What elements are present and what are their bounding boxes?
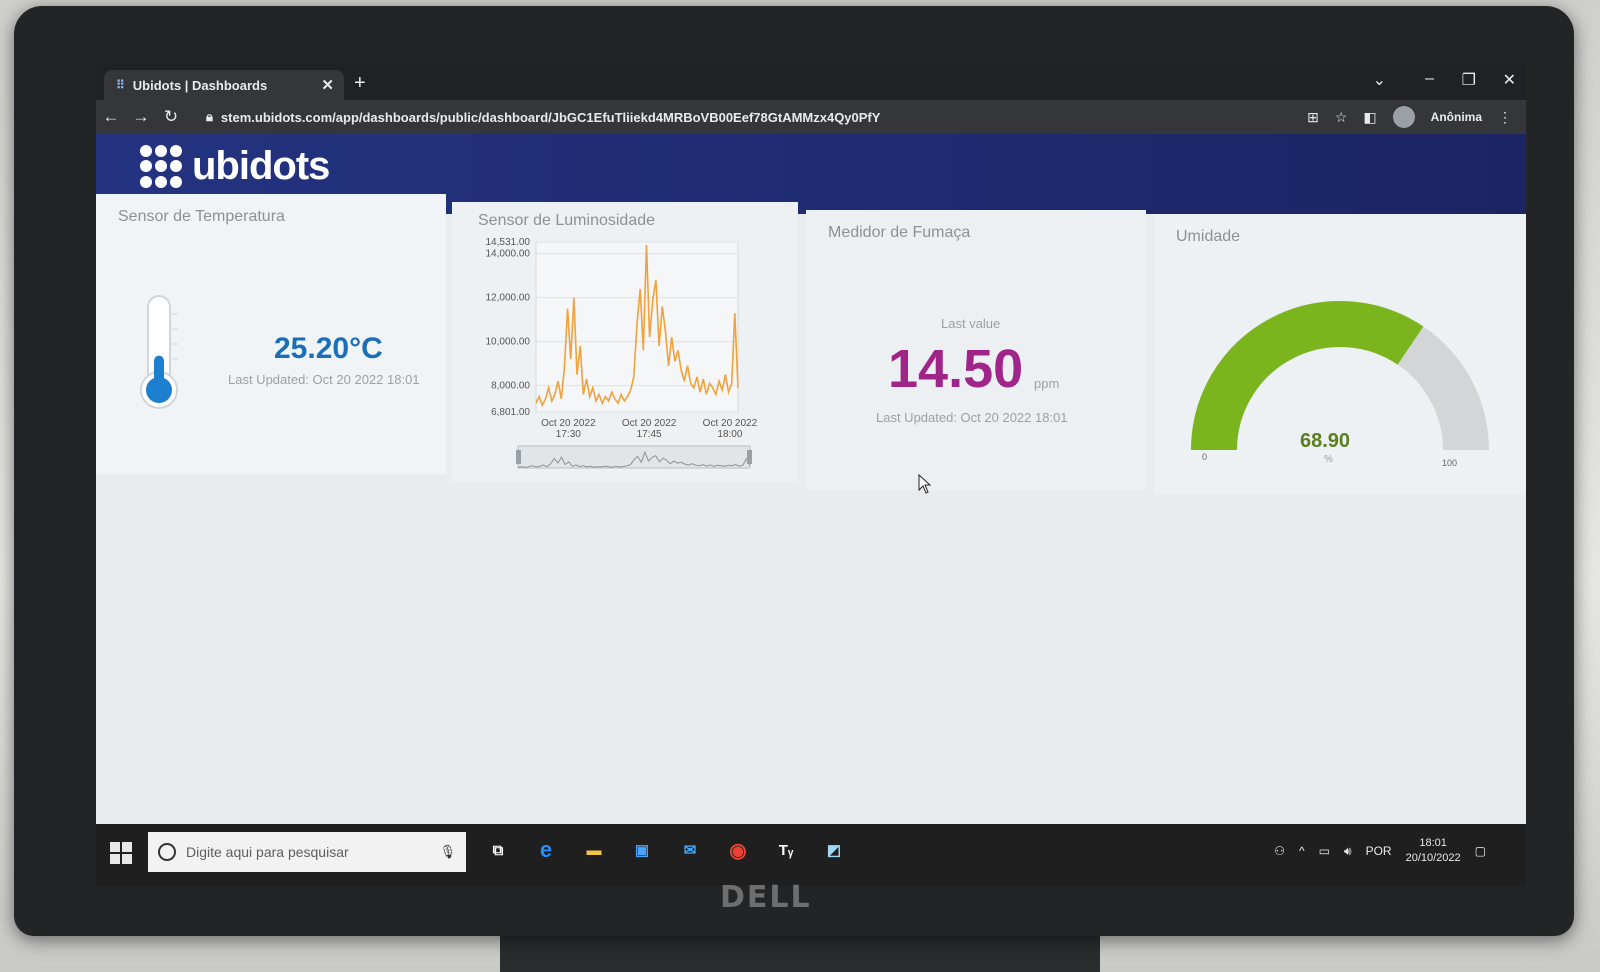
microphone-icon[interactable]: 🎙︎ — [439, 844, 456, 860]
x-tick-label: 17:30 — [556, 429, 581, 440]
lock-icon: 🔒︎ — [206, 109, 213, 124]
task-view-icon[interactable]: ⧉ — [486, 838, 510, 862]
browser-tab[interactable]: ⠿ Ubidots | Dashboards ✕ — [104, 70, 344, 100]
mouse-cursor-icon — [918, 474, 932, 494]
smoke-unit: ppm — [1034, 376, 1060, 391]
x-tick-label: Oct 20 2022 — [703, 418, 758, 429]
smoke-value: 14.50 — [888, 339, 1024, 399]
gauge-max-label: 100 — [1442, 458, 1458, 468]
forward-arrow-icon[interactable]: → — [126, 107, 156, 127]
profile-avatar[interactable] — [1392, 106, 1415, 128]
y-tick-label: 14,531.00 — [486, 237, 531, 248]
tab-title: Ubidots | Dashboards — [132, 77, 268, 93]
notifications-icon[interactable]: ▢ — [1475, 844, 1486, 858]
y-tick-label: 12,000.00 — [486, 293, 531, 304]
close-tab-icon[interactable]: ✕ — [321, 76, 334, 94]
typora-icon[interactable]: Tᵧ — [774, 838, 798, 862]
luminosity-title: Sensor de Luminosidade — [478, 212, 656, 229]
temperature-updated: Last Updated: Oct 20 2022 18:01 — [228, 372, 420, 387]
logo-dots-icon — [140, 144, 184, 189]
x-tick-label: 17:45 — [637, 429, 662, 440]
language-indicator[interactable]: POR — [1366, 844, 1392, 858]
address-bar[interactable]: 🔒︎ stem.ubidots.com/app/dashboards/publi… — [206, 105, 1286, 129]
humidity-value: 68.90 — [1300, 430, 1351, 452]
smoke-widget: Medidor de Fumaça Last value 14.50 ppm L… — [806, 210, 1146, 490]
restore-button[interactable]: ❐ — [1462, 70, 1476, 90]
reload-icon[interactable]: ↻ — [156, 107, 186, 127]
temperature-title: Sensor de Temperatura — [118, 208, 285, 225]
cortana-icon — [158, 843, 176, 861]
screen: ⠿ Ubidots | Dashboards ✕ + ⌄ – ❐ ✕ ← → ↻… — [96, 64, 1526, 886]
range-handle-right — [747, 450, 752, 464]
ubidots-logo[interactable]: ubidots — [140, 144, 330, 189]
windows-start-icon[interactable] — [110, 842, 132, 864]
monitor-stand — [500, 930, 1100, 972]
ubidots-favicon-icon: ⠿ — [116, 78, 125, 92]
humidity-unit: % — [1324, 454, 1333, 465]
luminosity-widget: Sensor de Luminosidade 14,531.00 14,000.0… — [452, 202, 798, 482]
volume-icon[interactable]: 🔊︎ — [1344, 844, 1352, 859]
network-icon[interactable]: ▭ — [1319, 844, 1330, 858]
range-navigator — [517, 445, 751, 469]
clock-time: 18:01 — [1419, 837, 1447, 849]
browser-toolbar: ← → ↻ 🔒︎ stem.ubidots.com/app/dashboards… — [96, 100, 1526, 134]
x-tick-label: Oct 20 2022 — [622, 418, 677, 429]
y-tick-label: 6,801.00 — [491, 407, 530, 418]
mail-icon[interactable]: ✉ — [678, 838, 702, 862]
humidity-widget: Umidade 68.90 % 0 100 — [1154, 214, 1526, 494]
close-window-button[interactable]: ✕ — [1503, 70, 1516, 90]
clock-date: 20/10/2022 — [1405, 852, 1461, 864]
last-value-label: Last value — [941, 316, 1001, 331]
x-tick-label: 18:00 — [717, 429, 742, 440]
temperature-widget: Sensor de Temperatura 25.20°C Last Updat… — [96, 194, 446, 474]
translate-icon[interactable]: ⊞ — [1307, 109, 1319, 126]
monitor-bezel: ⠿ Ubidots | Dashboards ✕ + ⌄ – ❐ ✕ ← → ↻… — [14, 6, 1574, 936]
people-icon[interactable]: ⚇ — [1274, 844, 1285, 858]
y-tick-label: 14,000.00 — [486, 249, 531, 260]
x-tick-label: Oct 20 2022 — [541, 418, 596, 429]
chrome-icon[interactable]: ◉ — [726, 838, 750, 862]
side-panel-icon[interactable]: ◧ — [1363, 109, 1376, 126]
back-arrow-icon[interactable]: ← — [96, 107, 126, 127]
app-icon[interactable]: ◩ — [822, 838, 846, 862]
y-tick-label: 10,000.00 — [486, 337, 531, 348]
y-tick-label: 8,000.00 — [491, 381, 530, 392]
thermometer-icon — [140, 295, 178, 409]
smoke-updated: Last Updated: Oct 20 2022 18:01 — [876, 410, 1068, 425]
taskbar: Digite aqui para pesquisar 🎙︎ ⧉ e ▬ ▣ ✉ … — [96, 824, 1526, 886]
bookmark-star-icon[interactable]: ☆ — [1335, 109, 1348, 126]
smoke-title: Medidor de Fumaça — [828, 224, 971, 241]
profile-label[interactable]: Anônima — [1431, 110, 1482, 124]
url-text: stem.ubidots.com/app/dashboards/public/d… — [220, 109, 881, 125]
tab-search-icon[interactable]: ⌄ — [1373, 70, 1386, 90]
store-icon[interactable]: ▣ — [630, 838, 654, 862]
gauge-min-label: 0 — [1202, 452, 1208, 462]
logo-text: ubidots — [192, 144, 330, 188]
browser-tabbar: ⠿ Ubidots | Dashboards ✕ + ⌄ – ❐ ✕ — [96, 64, 1526, 100]
new-tab-button[interactable]: + — [354, 72, 366, 95]
minimize-button[interactable]: – — [1425, 70, 1434, 88]
taskbar-search[interactable]: Digite aqui para pesquisar 🎙︎ — [148, 832, 466, 872]
tray-expand-icon[interactable]: ^ — [1299, 844, 1305, 858]
monitor-brand-logo: DELL — [720, 880, 812, 915]
temperature-value: 25.20°C — [274, 332, 383, 365]
kebab-menu-icon[interactable]: ⋮ — [1498, 109, 1512, 126]
file-explorer-icon[interactable]: ▬ — [582, 838, 606, 862]
range-handle-left — [516, 450, 521, 464]
search-placeholder: Digite aqui para pesquisar — [186, 844, 349, 860]
luminosity-chart[interactable]: 14,531.0014,000.00 12,000.00 10,000.00 8,00… — [452, 232, 798, 482]
edge-icon[interactable]: e — [534, 837, 558, 862]
clock[interactable]: 18:01 20/10/2022 — [1406, 836, 1461, 866]
